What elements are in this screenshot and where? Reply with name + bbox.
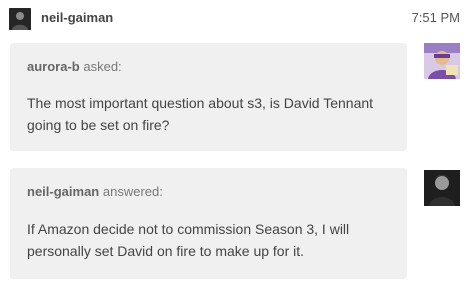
post-timestamp[interactable]: 7:51 PM: [412, 10, 460, 25]
answered-label: answered:: [102, 184, 163, 199]
asker-avatar-icon: [424, 43, 460, 79]
answer-text: If Amazon decide not to commission Seaso…: [27, 221, 350, 259]
answerer-username[interactable]: neil-gaiman: [27, 184, 99, 199]
answerer-avatar-icon: [424, 170, 460, 206]
answerer-avatar[interactable]: [424, 170, 460, 206]
user-avatar-icon: [9, 8, 31, 30]
post-header: neil-gaiman 7:51 PM: [0, 0, 474, 36]
question-bubble: aurora-b asked: The most important quest…: [10, 43, 407, 151]
author-avatar[interactable]: [9, 8, 31, 30]
question-text: The most important question about s3, is…: [27, 95, 374, 133]
asker-line: aurora-b asked:: [27, 59, 122, 74]
answer-bubble: neil-gaiman answered: If Amazon decide n…: [10, 168, 407, 279]
author-username[interactable]: neil-gaiman: [41, 10, 113, 25]
answerer-line: neil-gaiman answered:: [27, 184, 163, 199]
asker-username[interactable]: aurora-b: [27, 59, 80, 74]
asker-avatar[interactable]: [424, 43, 460, 79]
asked-label: asked:: [83, 59, 122, 74]
